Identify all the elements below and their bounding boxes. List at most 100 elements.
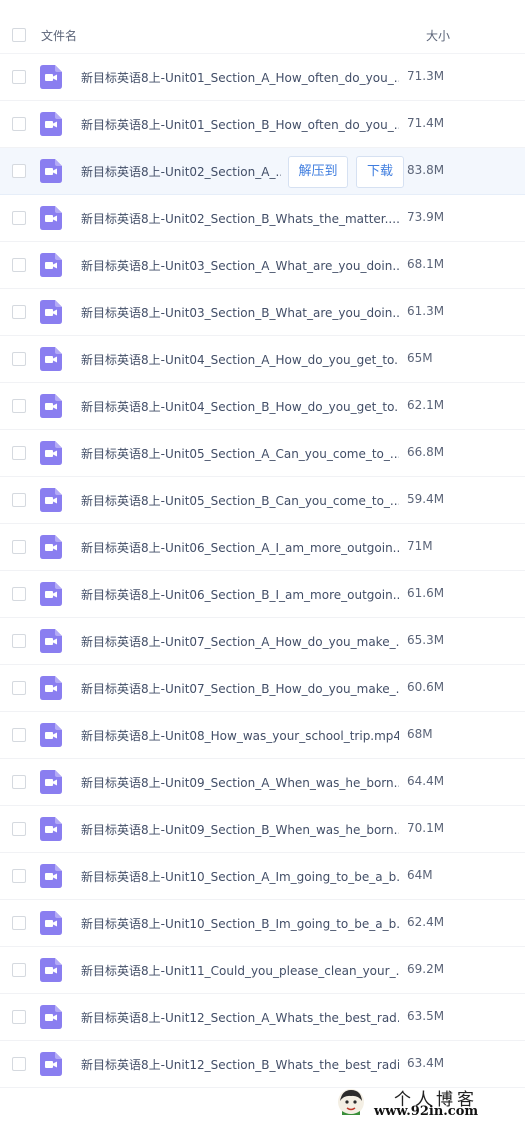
file-row[interactable]: 新目标英语8上-Unit04_Section_A_How_do_you_get_… [0,336,525,383]
file-size: 71.3M [407,69,445,83]
file-row[interactable]: 新目标英语8上-Unit07_Section_A_How_do_you_make… [0,618,525,665]
column-header-size[interactable]: 大小 [426,27,450,44]
select-all-checkbox[interactable] [12,28,26,42]
file-row-checkbox[interactable] [12,399,26,413]
file-row[interactable]: 新目标英语8上-Unit05_Section_B_Can_you_come_to… [0,477,525,524]
file-row-checkbox[interactable] [12,775,26,789]
file-row[interactable]: 新目标英语8上-Unit11_Could_you_please_clean_yo… [0,947,525,994]
file-size: 61.6M [407,586,445,600]
file-row[interactable]: 新目标英语8上-Unit01_Section_A_How_often_do_yo… [0,54,525,101]
file-row[interactable]: 新目标英语8上-Unit03_Section_A_What_are_you_do… [0,242,525,289]
file-row-checkbox[interactable] [12,70,26,84]
file-row[interactable]: 新目标英语8上-Unit12_Section_A_Whats_the_best_… [0,994,525,1041]
file-row[interactable]: 新目标英语8上-Unit06_Section_A_I_am_more_outgo… [0,524,525,571]
file-row-checkbox[interactable] [12,1010,26,1024]
file-row[interactable]: 新目标英语8上-Unit06_Section_B_I_am_more_outgo… [0,571,525,618]
video-file-icon [40,159,62,183]
file-size: 61.3M [407,304,445,318]
file-row[interactable]: 新目标英语8上-Unit10_Section_B_Im_going_to_be_… [0,900,525,947]
file-name[interactable]: 新目标英语8上-Unit05_Section_A_Can_you_come_to… [81,445,399,462]
file-row-checkbox[interactable] [12,352,26,366]
file-name[interactable]: 新目标英语8上-Unit08_How_was_your_school_trip.… [81,727,399,744]
file-row-checkbox[interactable] [12,117,26,131]
file-name[interactable]: 新目标英语8上-Unit01_Section_A_How_often_do_yo… [81,69,399,86]
file-row-checkbox[interactable] [12,681,26,695]
column-header-name[interactable]: 文件名 [41,27,77,44]
file-name[interactable]: 新目标英语8上-Unit09_Section_A_When_was_he_bor… [81,774,399,791]
file-list: 新目标英语8上-Unit01_Section_A_How_often_do_yo… [0,54,525,1088]
file-name[interactable]: 新目标英语8上-Unit06_Section_A_I_am_more_outgo… [81,539,399,556]
file-size: 70.1M [407,821,445,835]
file-row-checkbox[interactable] [12,493,26,507]
file-name[interactable]: 新目标英语8上-Unit03_Section_A_What_are_you_do… [81,257,399,274]
video-file-icon [40,958,62,982]
file-name[interactable]: 新目标英语8上-Unit04_Section_A_How_do_you_get_… [81,351,399,368]
video-file-icon [40,770,62,794]
file-row-checkbox[interactable] [12,587,26,601]
file-row[interactable]: 新目标英语8上-Unit02_Section_B_Whats_the_matte… [0,195,525,242]
file-name[interactable]: 新目标英语8上-Unit10_Section_A_Im_going_to_be_… [81,868,399,885]
file-name[interactable]: 新目标英语8上-Unit02_Section_B_Whats_the_matte… [81,210,399,227]
video-file-icon [40,817,62,841]
file-name[interactable]: 新目标英语8上-Unit09_Section_B_When_was_he_bor… [81,821,399,838]
file-size: 63.5M [407,1009,445,1023]
file-row[interactable]: 新目标英语8上-Unit01_Section_B_How_often_do_yo… [0,101,525,148]
file-row[interactable]: 新目标英语8上-Unit08_How_was_your_school_trip.… [0,712,525,759]
file-row[interactable]: 新目标英语8上-Unit02_Section_A_... 解压到 下载 83.8M [0,148,525,195]
file-row-checkbox[interactable] [12,164,26,178]
video-file-icon [40,488,62,512]
list-header: 文件名 大小 [0,18,525,54]
file-name[interactable]: 新目标英语8上-Unit05_Section_B_Can_you_come_to… [81,492,399,509]
file-size: 62.1M [407,398,445,412]
watermark-avatar-icon [338,1089,364,1115]
file-name[interactable]: 新目标英语8上-Unit01_Section_B_How_often_do_yo… [81,116,399,133]
video-file-icon [40,300,62,324]
download-button[interactable]: 下载 [356,156,404,188]
file-row-checkbox[interactable] [12,211,26,225]
file-row-checkbox[interactable] [12,634,26,648]
file-name[interactable]: 新目标英语8上-Unit02_Section_A_... [81,163,281,180]
file-row[interactable]: 新目标英语8上-Unit10_Section_A_Im_going_to_be_… [0,853,525,900]
file-row-checkbox[interactable] [12,446,26,460]
file-size: 71.4M [407,116,445,130]
file-row-checkbox[interactable] [12,869,26,883]
file-size: 68M [407,727,433,741]
video-file-icon [40,629,62,653]
file-name[interactable]: 新目标英语8上-Unit10_Section_B_Im_going_to_be_… [81,915,399,932]
file-name[interactable]: 新目标英语8上-Unit12_Section_A_Whats_the_best_… [81,1009,399,1026]
video-file-icon [40,112,62,136]
file-row-checkbox[interactable] [12,822,26,836]
file-row-checkbox[interactable] [12,540,26,554]
file-name[interactable]: 新目标英语8上-Unit06_Section_B_I_am_more_outgo… [81,586,399,603]
file-size: 64M [407,868,433,882]
file-name[interactable]: 新目标英语8上-Unit07_Section_A_How_do_you_make… [81,633,399,650]
extract-to-button[interactable]: 解压到 [288,156,348,188]
file-size: 68.1M [407,257,445,271]
file-row[interactable]: 新目标英语8上-Unit07_Section_B_How_do_you_make… [0,665,525,712]
file-row[interactable]: 新目标英语8上-Unit09_Section_B_When_was_he_bor… [0,806,525,853]
file-row[interactable]: 新目标英语8上-Unit04_Section_B_How_do_you_get_… [0,383,525,430]
file-row-checkbox[interactable] [12,916,26,930]
file-name[interactable]: 新目标英语8上-Unit03_Section_B_What_are_you_do… [81,304,399,321]
file-name[interactable]: 新目标英语8上-Unit07_Section_B_How_do_you_make… [81,680,399,697]
file-name[interactable]: 新目标英语8上-Unit04_Section_B_How_do_you_get_… [81,398,399,415]
file-row[interactable]: 新目标英语8上-Unit03_Section_B_What_are_you_do… [0,289,525,336]
video-file-icon [40,864,62,888]
video-file-icon [40,535,62,559]
file-size: 65.3M [407,633,445,647]
file-name[interactable]: 新目标英语8上-Unit11_Could_you_please_clean_yo… [81,962,399,979]
file-size: 59.4M [407,492,445,506]
video-file-icon [40,206,62,230]
file-row-checkbox[interactable] [12,305,26,319]
file-name[interactable]: 新目标英语8上-Unit12_Section_B_Whats_the_best_… [81,1056,399,1073]
file-row-checkbox[interactable] [12,1057,26,1071]
video-file-icon [40,347,62,371]
file-row-checkbox[interactable] [12,728,26,742]
file-row-checkbox[interactable] [12,963,26,977]
file-row[interactable]: 新目标英语8上-Unit09_Section_A_When_was_he_bor… [0,759,525,806]
file-row[interactable]: 新目标英语8上-Unit12_Section_B_Whats_the_best_… [0,1041,525,1088]
file-size: 60.6M [407,680,445,694]
file-row[interactable]: 新目标英语8上-Unit05_Section_A_Can_you_come_to… [0,430,525,477]
file-row-checkbox[interactable] [12,258,26,272]
video-file-icon [40,582,62,606]
